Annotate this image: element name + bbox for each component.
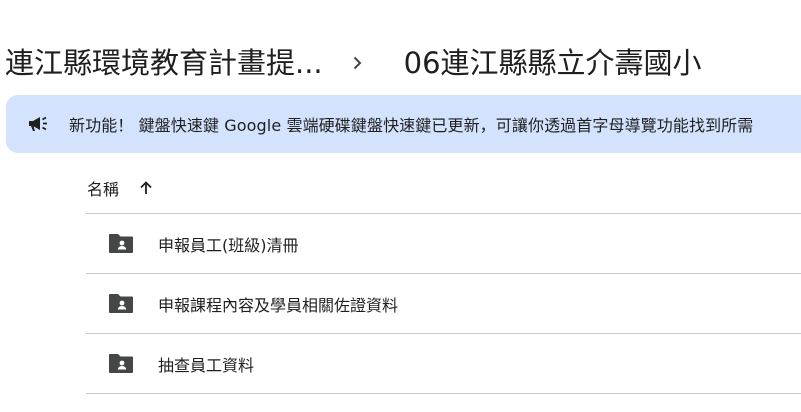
arrow-up-icon[interactable] <box>134 176 158 200</box>
feature-announcement-banner: 新功能！ 鍵盤快速鍵 Google 雲端硬碟鍵盤快速鍵已更新，可讓你透過首字母導… <box>6 95 801 153</box>
file-name: 申報員工(班級)清冊 <box>158 235 299 255</box>
file-row[interactable]: 抽查員工資料 <box>86 334 801 394</box>
file-name: 申報課程內容及學員相關佐證資料 <box>158 295 399 315</box>
shared-folder-icon <box>108 232 136 256</box>
chevron-right-icon <box>337 38 377 88</box>
file-list-header: 名稱 <box>86 163 801 214</box>
shared-folder-icon <box>108 292 136 316</box>
file-row[interactable]: 申報課程內容及學員相關佐證資料 <box>86 274 801 334</box>
shared-folder-icon <box>108 352 136 376</box>
megaphone-icon <box>26 112 50 136</box>
breadcrumb-current-folder[interactable]: 06連江縣縣立介壽國小 <box>402 38 702 88</box>
breadcrumb: 連江縣環境教育計畫提... 06連江縣縣立介壽國小 <box>0 38 702 88</box>
file-name: 抽查員工資料 <box>158 355 255 375</box>
drive-folder-view: 連江縣環境教育計畫提... 06連江縣縣立介壽國小 新功能！ 鍵盤快速鍵 Goo… <box>0 0 801 412</box>
file-row[interactable]: 申報員工(班級)清冊 <box>86 214 801 274</box>
banner-message: 新功能！ 鍵盤快速鍵 Google 雲端硬碟鍵盤快速鍵已更新，可讓你透過首字母導… <box>69 116 754 135</box>
breadcrumb-parent-folder[interactable]: 連江縣環境教育計畫提... <box>0 38 327 88</box>
name-column-header[interactable]: 名稱 <box>87 176 119 200</box>
file-list: 申報員工(班級)清冊 申報課程內容及學員相關佐證資料 抽查員工資料 <box>86 214 801 394</box>
